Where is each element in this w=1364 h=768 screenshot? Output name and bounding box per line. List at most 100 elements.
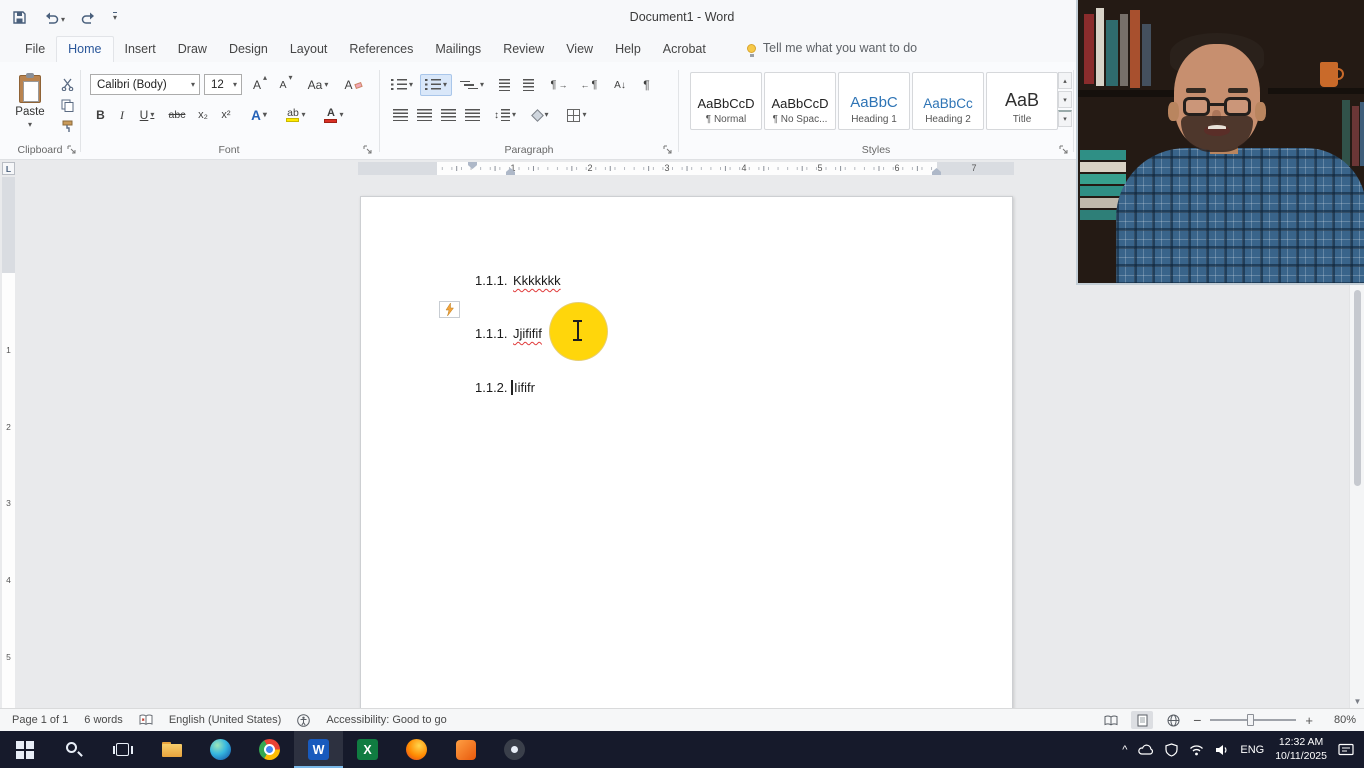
line-spacing-button[interactable]: ↕ ▾ (490, 104, 520, 126)
tell-me-box[interactable]: Tell me what you want to do (746, 41, 917, 62)
page-indicator[interactable]: Page 1 of 1 (12, 714, 68, 726)
bullets-button[interactable]: ▾ (388, 74, 416, 96)
excel-taskbar-button[interactable]: X (343, 731, 392, 768)
tab-design[interactable]: Design (218, 37, 279, 62)
firefox-button[interactable] (392, 731, 441, 768)
language-switcher[interactable]: ENG (1240, 744, 1264, 756)
text-highlight-color-button[interactable]: ab ▾ (280, 104, 312, 126)
print-layout-button[interactable] (1131, 711, 1154, 729)
zoom-out-button[interactable]: − (1193, 712, 1201, 728)
left-to-right-text-button[interactable]: ¶ → (546, 74, 572, 96)
increase-indent-button[interactable] (518, 74, 539, 96)
justify-button[interactable] (462, 104, 482, 126)
customize-quick-access-button[interactable]: ▾ (113, 12, 118, 22)
align-left-button[interactable] (390, 104, 410, 126)
clear-formatting-button[interactable]: A (340, 74, 366, 96)
borders-button[interactable]: ▾ (562, 104, 592, 126)
sort-button[interactable]: A↓ (608, 74, 632, 96)
file-explorer-button[interactable] (147, 731, 196, 768)
tab-draw[interactable]: Draw (167, 37, 218, 62)
align-right-button[interactable] (438, 104, 458, 126)
subscript-button[interactable]: x₂ (192, 104, 214, 126)
decrease-indent-button[interactable] (494, 74, 515, 96)
scrollbar-down-arrow[interactable]: ▼ (1350, 697, 1364, 706)
styles-scroll-up-button[interactable]: ▴ (1058, 72, 1072, 89)
italic-button[interactable]: I (112, 104, 132, 126)
tab-mailings[interactable]: Mailings (424, 37, 492, 62)
style-heading-1[interactable]: AaBbC Heading 1 (838, 72, 910, 130)
format-painter-button[interactable] (57, 115, 77, 137)
recorder-app-button[interactable] (490, 731, 539, 768)
proofing-status-icon[interactable] (139, 714, 153, 726)
tab-review[interactable]: Review (492, 37, 555, 62)
align-center-button[interactable] (414, 104, 434, 126)
tab-selector[interactable]: L (2, 162, 15, 175)
zoom-slider[interactable] (1210, 714, 1297, 726)
save-button[interactable] (12, 10, 27, 25)
change-case-button[interactable]: Aa ▾ (302, 74, 334, 96)
tab-file[interactable]: File (14, 37, 56, 62)
font-dialog-launcher[interactable] (362, 144, 373, 155)
bold-button[interactable]: B (90, 104, 111, 126)
taskbar-search-button[interactable] (49, 731, 98, 768)
shield-icon[interactable] (1165, 742, 1178, 757)
chrome-button[interactable] (245, 731, 294, 768)
read-mode-button[interactable] (1100, 711, 1122, 729)
underline-button[interactable]: U ▾ (133, 104, 161, 126)
cloud-icon[interactable] (1138, 744, 1154, 755)
shading-button[interactable]: ▾ (526, 104, 556, 126)
paragraph-dialog-launcher[interactable] (662, 144, 673, 155)
zoom-level[interactable]: 80% (1322, 714, 1356, 726)
styles-scroll-down-button[interactable]: ▾ (1058, 91, 1072, 108)
tab-acrobat[interactable]: Acrobat (652, 37, 717, 62)
strikethrough-button[interactable]: abc (164, 104, 190, 126)
orange-app-button[interactable] (441, 731, 490, 768)
tab-help[interactable]: Help (604, 37, 652, 62)
style-heading-2[interactable]: AaBbCc Heading 2 (912, 72, 984, 130)
show-formatting-marks-button[interactable]: ¶ (636, 74, 657, 96)
paste-button[interactable]: Paste ▾ (6, 70, 54, 142)
text-effects-button[interactable]: A ▾ (246, 104, 272, 126)
superscript-button[interactable]: x² (215, 104, 237, 126)
wifi-icon[interactable] (1189, 744, 1204, 756)
document-page[interactable]: 1.1.1. Kkkkkkk 1.1.1. Jjififif 1.1.2. Ii… (360, 196, 1013, 708)
zoom-in-button[interactable]: + (1305, 713, 1313, 728)
style-normal[interactable]: AaBbCcD ¶ Normal (690, 72, 762, 130)
undo-button[interactable]: ▾ (43, 10, 65, 24)
start-button[interactable] (0, 731, 49, 768)
font-color-button[interactable]: A ▾ (318, 104, 350, 126)
action-center-button[interactable] (1338, 743, 1354, 756)
clipboard-dialog-launcher[interactable] (66, 144, 77, 155)
multilevel-list-button[interactable]: ▾ (456, 74, 488, 96)
edge-button[interactable] (196, 731, 245, 768)
cut-button[interactable] (57, 73, 77, 95)
task-view-button[interactable] (98, 731, 147, 768)
volume-icon[interactable] (1215, 744, 1229, 756)
grow-font-button[interactable]: A ▴ (248, 74, 272, 96)
numbering-button[interactable]: ▾ (420, 74, 452, 96)
redo-button[interactable] (81, 10, 97, 24)
language-indicator[interactable]: English (United States) (169, 714, 282, 726)
web-layout-button[interactable] (1162, 711, 1184, 729)
tab-view[interactable]: View (555, 37, 604, 62)
style-title[interactable]: AaB Title (986, 72, 1058, 130)
style-no-spacing[interactable]: AaBbCcD ¶ No Spac... (764, 72, 836, 130)
word-count[interactable]: 6 words (84, 714, 123, 726)
zoom-slider-thumb[interactable] (1247, 714, 1255, 726)
word-taskbar-button[interactable]: W (294, 731, 343, 768)
clock[interactable]: 12:32 AM 10/11/2025 (1275, 736, 1327, 763)
tab-home[interactable]: Home (56, 36, 114, 62)
copy-button[interactable] (57, 94, 77, 116)
font-name-combobox[interactable]: Calibri (Body) ▾ (90, 74, 200, 95)
show-hidden-icons-button[interactable]: ^ (1122, 744, 1127, 756)
scrollbar-thumb[interactable] (1354, 290, 1361, 486)
tab-layout[interactable]: Layout (279, 37, 339, 62)
font-size-combobox[interactable]: 12 ▾ (204, 74, 242, 95)
tab-insert[interactable]: Insert (114, 37, 167, 62)
right-to-left-text-button[interactable]: ← ¶ (576, 74, 602, 96)
accessibility-status[interactable]: Accessibility: Good to go (326, 714, 446, 726)
tab-references[interactable]: References (338, 37, 424, 62)
styles-gallery-more-button[interactable]: ▾ (1058, 110, 1072, 127)
autocorrect-options-button[interactable] (439, 301, 460, 318)
styles-dialog-launcher[interactable] (1058, 144, 1069, 155)
